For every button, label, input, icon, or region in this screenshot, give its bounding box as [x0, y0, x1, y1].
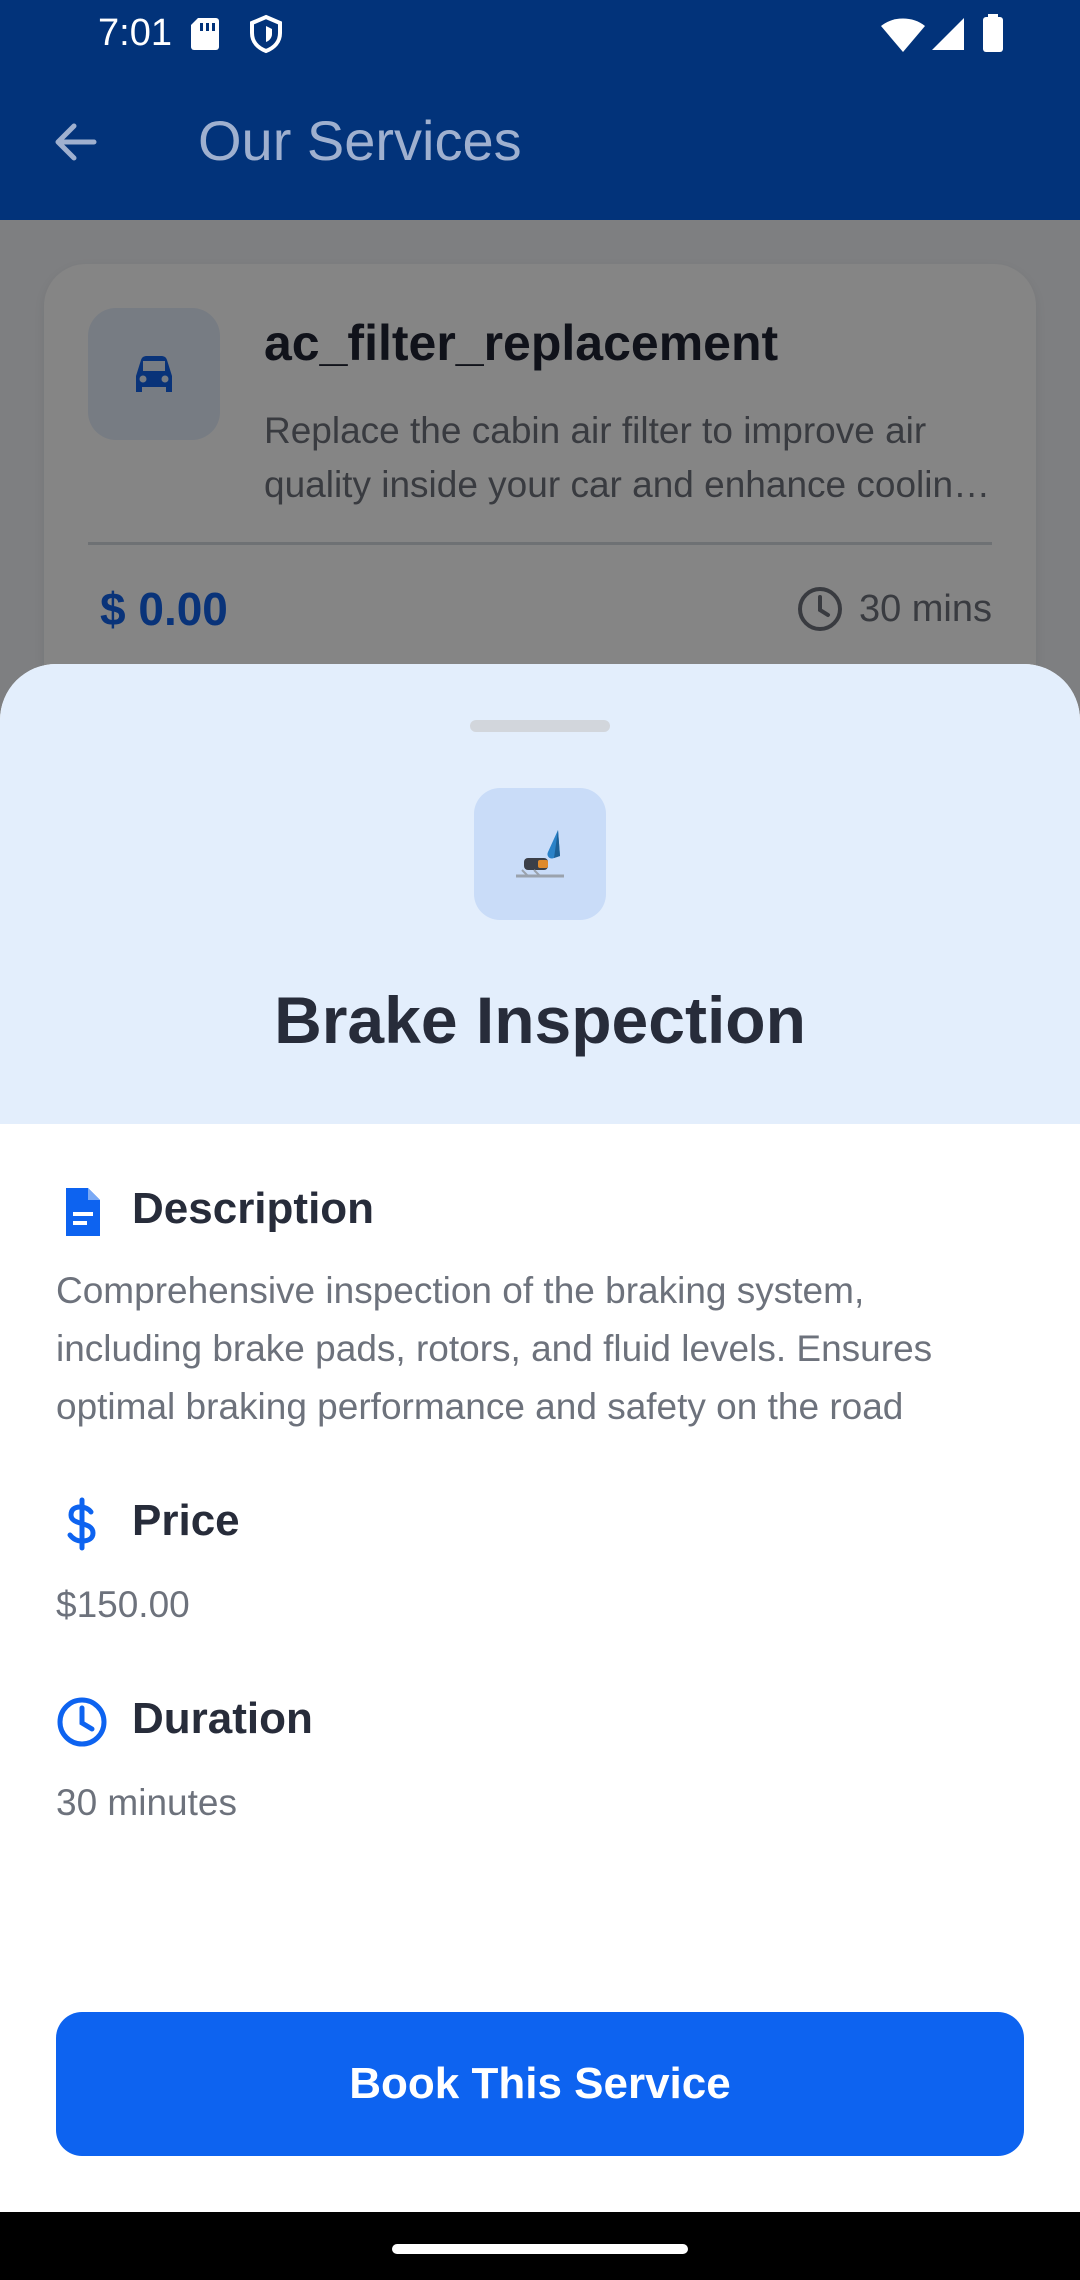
- status-time: 7:01: [98, 12, 172, 54]
- arrow-left-icon[interactable]: [46, 112, 106, 172]
- top-app-bar: 7:01 Our Services: [0, 0, 1080, 220]
- clock-icon: [57, 1697, 107, 1747]
- duration-text: 30 minutes: [56, 1782, 237, 1823]
- price-text: $150.00: [56, 1584, 190, 1625]
- book-service-button[interactable]: Book This Service: [56, 2012, 1024, 2156]
- signal-icon: [932, 18, 964, 50]
- dollar-icon: [67, 1497, 96, 1551]
- battery-icon: [983, 14, 1003, 52]
- shield-icon: [250, 14, 282, 54]
- document-icon: [66, 1188, 100, 1236]
- screen: 7:01 Our Services ac_filter_replacement …: [0, 0, 1080, 2280]
- duration-heading: Duration: [132, 1694, 313, 1743]
- sheet-title: Brake Inspection: [274, 983, 806, 1057]
- sheet-header: Brake Inspection: [0, 664, 1080, 1124]
- brake-pedal-icon: [516, 830, 564, 878]
- description-heading: Description: [132, 1184, 375, 1233]
- sheet-icon-box: [474, 788, 606, 920]
- wifi-icon: [881, 18, 925, 52]
- drag-handle[interactable]: [470, 720, 610, 732]
- service-detail-sheet: Brake Inspection Description Comprehensi…: [0, 664, 1080, 2212]
- page-title: Our Services: [198, 109, 522, 172]
- home-gesture-handle[interactable]: [392, 2244, 688, 2254]
- description-text: Comprehensive inspection of the braking …: [56, 1270, 933, 1427]
- navigation-bar: [0, 2212, 1080, 2280]
- price-heading: Price: [132, 1496, 240, 1545]
- sd-card-icon: [191, 18, 219, 50]
